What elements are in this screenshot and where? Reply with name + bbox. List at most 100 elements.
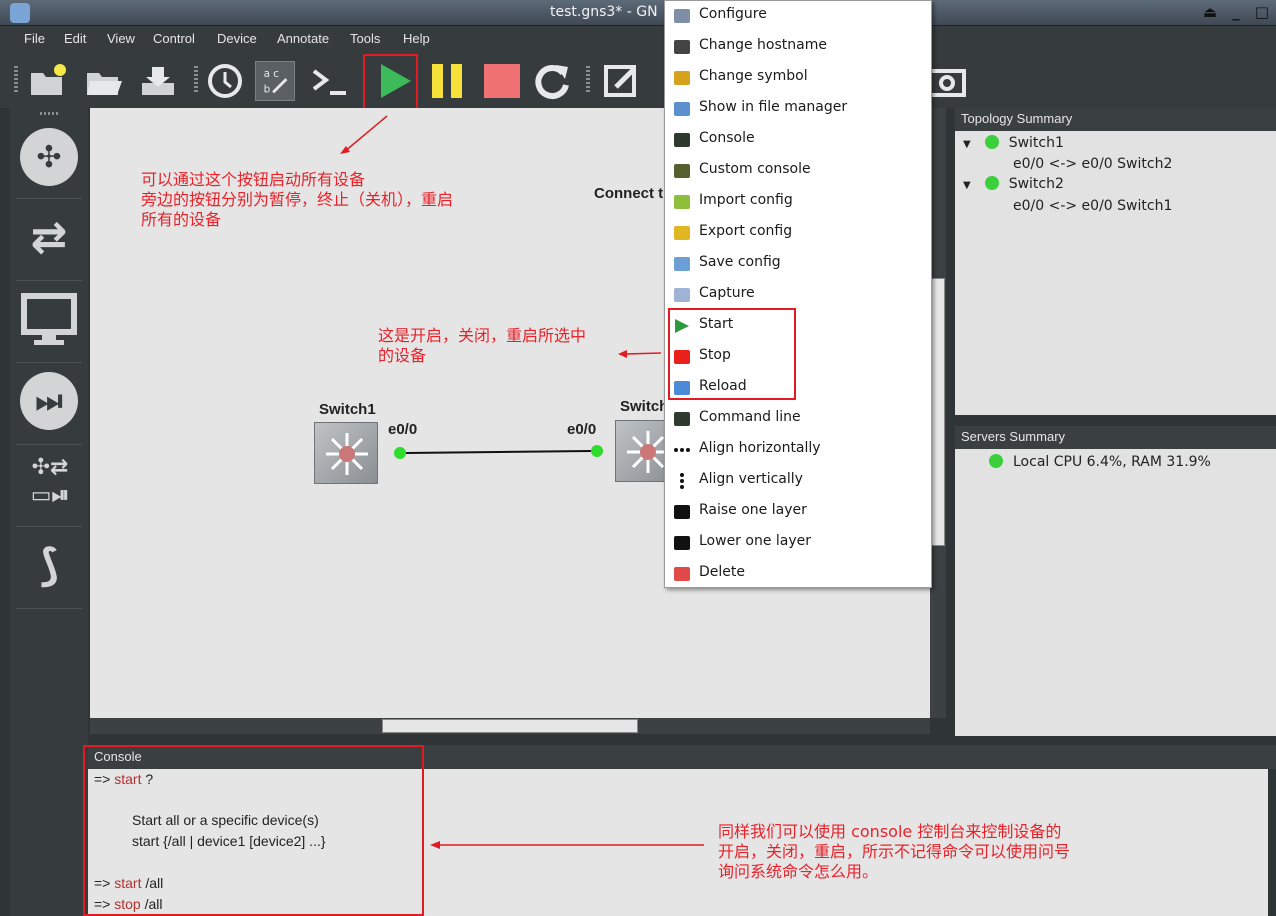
menu-item-save-config[interactable]: Save config <box>665 249 931 280</box>
capture-icon <box>673 286 691 304</box>
reload-all-icon[interactable] <box>532 61 572 101</box>
switches-icon[interactable]: ⇄ <box>20 208 78 266</box>
menu-item-capture[interactable]: Capture <box>665 280 931 311</box>
raise-layer-icon <box>673 503 691 521</box>
canvas-horizontal-scrollbar[interactable] <box>90 718 930 734</box>
expand-arrow-icon[interactable]: ▼ <box>963 139 971 150</box>
start-all-highlight <box>363 54 418 112</box>
menu-item-label: Show in file manager <box>699 99 848 115</box>
menu-item-command-line[interactable]: Command line <box>665 404 931 435</box>
menu-item-raise-one-layer[interactable]: Raise one layer <box>665 497 931 528</box>
menu-item-label: Align horizontally <box>699 440 821 456</box>
scrollbar-thumb[interactable] <box>382 719 638 733</box>
menu-item-console[interactable]: Console <box>665 125 931 156</box>
shade-icon[interactable]: ⏏ <box>1202 3 1218 21</box>
servers-summary-panel: Local CPU 6.4%, RAM 31.9% <box>955 449 1276 736</box>
device-palette: ✣ ⇄ ⏭ ✣⇄ ▭⏯ ⟆ <box>10 108 88 916</box>
menu-edit[interactable]: Edit <box>64 31 86 46</box>
server-status-text: Local CPU 6.4%, RAM 31.9% <box>1013 454 1211 470</box>
palette-divider <box>16 444 82 445</box>
menu-device[interactable]: Device <box>217 31 257 46</box>
annotation-arrowhead <box>618 350 627 358</box>
menu-item-change-hostname[interactable]: Change hostname <box>665 32 931 63</box>
tree-node-label: Switch1 <box>1008 135 1064 151</box>
menu-item-label: Console <box>699 130 755 146</box>
symbol-icon <box>673 69 691 87</box>
screenshot-icon[interactable] <box>928 61 968 101</box>
menu-item-import-config[interactable]: Import config <box>665 187 931 218</box>
align-vertical-icon <box>673 472 691 490</box>
topology-summary-panel: ▼ Switch1 e0/0 <-> e0/0 Switch2 ▼ Switch2 … <box>955 131 1276 415</box>
menu-item-label: Change symbol <box>699 68 808 84</box>
custom-console-icon <box>673 162 691 180</box>
toolbar-grip[interactable] <box>586 66 590 94</box>
stop-all-icon[interactable] <box>482 61 522 101</box>
palette-grip[interactable] <box>40 112 60 115</box>
menu-item-lower-one-layer[interactable]: Lower one layer <box>665 528 931 559</box>
tree-node-label: Switch2 <box>1008 176 1064 192</box>
hostname-icon <box>673 38 691 56</box>
menu-item-export-config[interactable]: Export config <box>665 218 931 249</box>
menu-item-configure[interactable]: Configure <box>665 1 931 32</box>
annotation-arrow <box>624 352 662 355</box>
add-link-icon[interactable]: ⟆ <box>20 536 78 594</box>
console-icon <box>673 131 691 149</box>
save-config-icon <box>673 255 691 273</box>
command-line-icon <box>673 410 691 428</box>
security-devices-icon[interactable]: ⏭ <box>20 372 78 430</box>
menu-view[interactable]: View <box>107 31 135 46</box>
status-led-icon <box>989 454 1003 468</box>
minimize-icon[interactable]: _ <box>1228 3 1244 21</box>
menu-item-change-symbol[interactable]: Change symbol <box>665 63 931 94</box>
menu-file[interactable]: File <box>24 31 45 46</box>
expand-arrow-icon[interactable]: ▼ <box>963 180 971 191</box>
menu-item-label: Lower one layer <box>699 533 812 549</box>
menu-item-label: Raise one layer <box>699 502 807 518</box>
menu-help[interactable]: Help <box>403 31 430 46</box>
servers-summary-header: Servers Summary <box>955 426 1276 449</box>
device-context-menu: Configure Change hostname Change symbol Sho… <box>664 0 932 588</box>
menu-bar: File Edit View Control Device Annotate T… <box>0 26 1276 52</box>
delete-icon <box>673 565 691 583</box>
menu-item-label: Custom console <box>699 161 811 177</box>
menu-item-label: Configure <box>699 6 767 22</box>
menu-item-align-horizontally[interactable]: Align horizontally <box>665 435 931 466</box>
menu-item-show-in-file-manager[interactable]: Show in file manager <box>665 94 931 125</box>
menu-item-label: Capture <box>699 285 755 301</box>
maximize-icon[interactable]: □ <box>1254 3 1270 21</box>
menu-control[interactable]: Control <box>153 31 195 46</box>
console-annotation: 同样我们可以使用 console 控制台来控制设备的 开启，关闭，重启，所示不记… <box>718 822 1071 881</box>
toolbar-grip[interactable] <box>194 66 198 94</box>
routers-icon[interactable]: ✣ <box>20 128 78 186</box>
folder-icon <box>673 100 691 118</box>
tree-item-switch2[interactable]: ▼ Switch2 <box>963 176 1064 192</box>
menu-item-label: Save config <box>699 254 781 270</box>
tree-item-switch1[interactable]: ▼ Switch1 <box>963 135 1064 151</box>
end-devices-icon[interactable] <box>20 290 78 348</box>
snapshot-icon[interactable] <box>205 61 245 101</box>
export-icon <box>673 224 691 242</box>
toolbar-grip[interactable] <box>14 66 18 94</box>
configure-icon <box>673 7 691 25</box>
scrollbar-thumb[interactable] <box>931 278 945 546</box>
menu-tools[interactable]: Tools <box>350 31 380 46</box>
new-project-icon[interactable] <box>28 61 68 101</box>
add-note-icon[interactable] <box>602 61 642 101</box>
console-all-icon[interactable] <box>310 61 350 101</box>
show-interface-labels-icon[interactable]: a c b <box>255 61 295 101</box>
all-devices-icon[interactable]: ✣⇄ ▭⏯ <box>20 454 80 512</box>
open-project-icon[interactable] <box>84 61 124 101</box>
menu-item-align-vertically[interactable]: Align vertically <box>665 466 931 497</box>
menu-item-delete[interactable]: Delete <box>665 559 931 590</box>
menu-item-custom-console[interactable]: Custom console <box>665 156 931 187</box>
console-highlight <box>83 745 424 916</box>
suspend-all-icon[interactable] <box>428 61 468 101</box>
toolbar: a c b <box>0 52 1276 112</box>
menu-item-label: Align vertically <box>699 471 803 487</box>
server-item-local[interactable]: Local CPU 6.4%, RAM 31.9% <box>989 454 1211 470</box>
save-project-icon[interactable] <box>138 61 178 101</box>
menu-annotate[interactable]: Annotate <box>277 31 329 46</box>
menu-item-label: Export config <box>699 223 793 239</box>
lower-layer-icon <box>673 534 691 552</box>
canvas-vertical-scrollbar[interactable] <box>930 108 946 718</box>
